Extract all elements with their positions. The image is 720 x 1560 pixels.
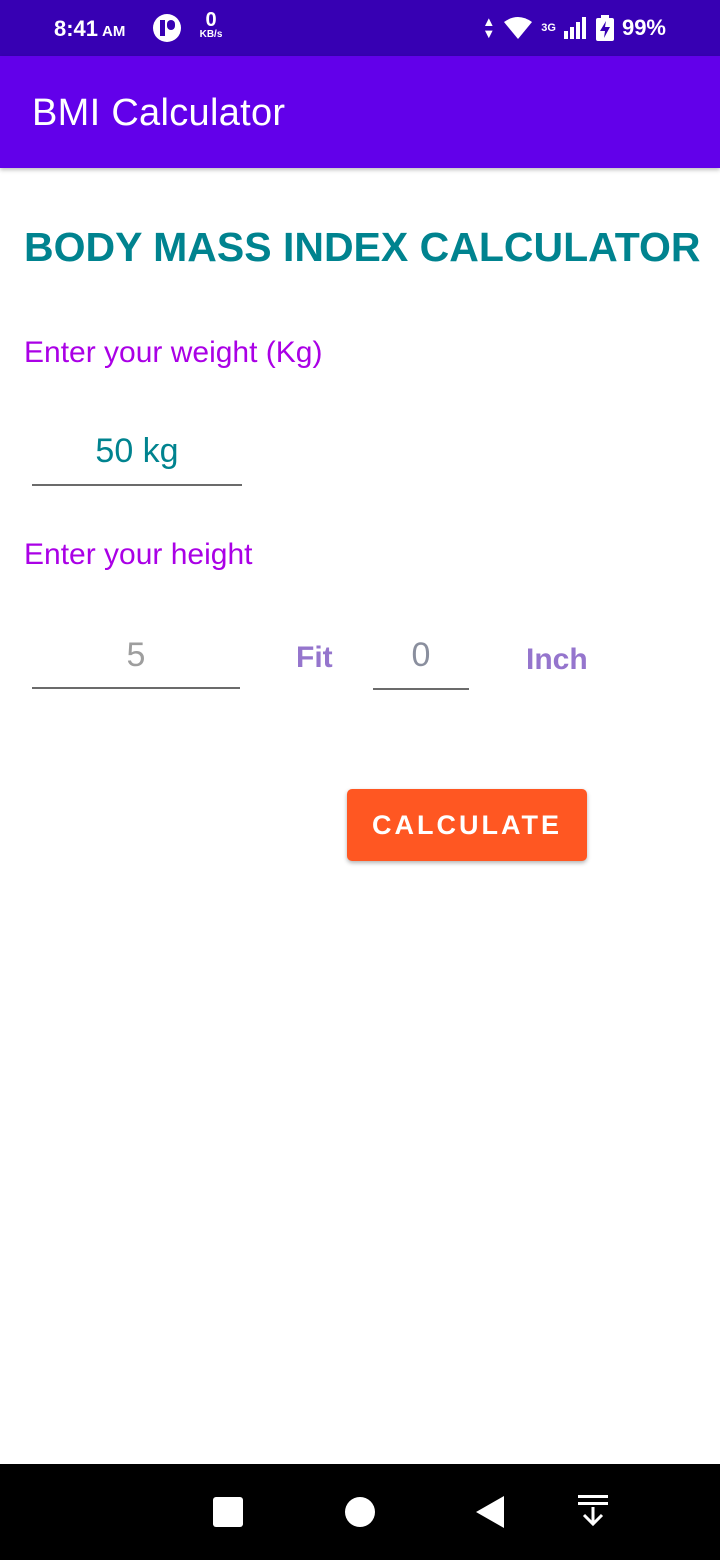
status-time-ampm: AM xyxy=(102,23,126,40)
app-bar: BMI Calculator xyxy=(0,56,720,168)
height-label: Enter your height xyxy=(24,538,253,571)
app-notification-icon xyxy=(153,14,181,42)
triangle-back-icon[interactable] xyxy=(476,1496,504,1528)
battery-percentage: 99% xyxy=(621,15,666,40)
square-recent-icon[interactable] xyxy=(213,1497,243,1527)
status-time: 8:41 AM xyxy=(54,16,125,42)
calculate-button[interactable]: CALCULATE xyxy=(347,789,587,861)
status-indicators: ▲ ▼ 3G 99% xyxy=(482,14,666,42)
navigation-bar xyxy=(0,1464,720,1560)
wifi-icon xyxy=(504,17,533,39)
inch-unit-label: Inch xyxy=(526,643,588,676)
status-time-value: 8:41 xyxy=(54,16,99,41)
page-heading: BODY MASS INDEX CALCULATOR xyxy=(24,224,701,270)
feet-unit-label: Fit xyxy=(296,641,333,674)
battery-charging-icon xyxy=(595,15,614,41)
network-type-label: 3G xyxy=(541,22,556,34)
cell-signal-icon xyxy=(563,17,586,39)
notification-pull-icon[interactable] xyxy=(576,1493,610,1527)
height-feet-input[interactable]: 5 xyxy=(32,636,240,689)
data-activity-icon: ▲ ▼ xyxy=(482,14,496,41)
height-inch-input[interactable]: 0 xyxy=(373,636,469,690)
weight-label: Enter your weight (Kg) xyxy=(24,336,323,369)
status-bar: 8:41 AM 0 KB/s ▲ ▼ 3G 99% xyxy=(0,0,720,56)
weight-input[interactable]: 50 kg xyxy=(32,432,242,486)
circle-home-icon[interactable] xyxy=(345,1497,375,1527)
app-title: BMI Calculator xyxy=(32,92,286,134)
network-speed-value: 0 xyxy=(205,9,217,31)
network-speed: 0 KB/s xyxy=(194,10,228,40)
network-speed-unit: KB/s xyxy=(199,29,223,40)
